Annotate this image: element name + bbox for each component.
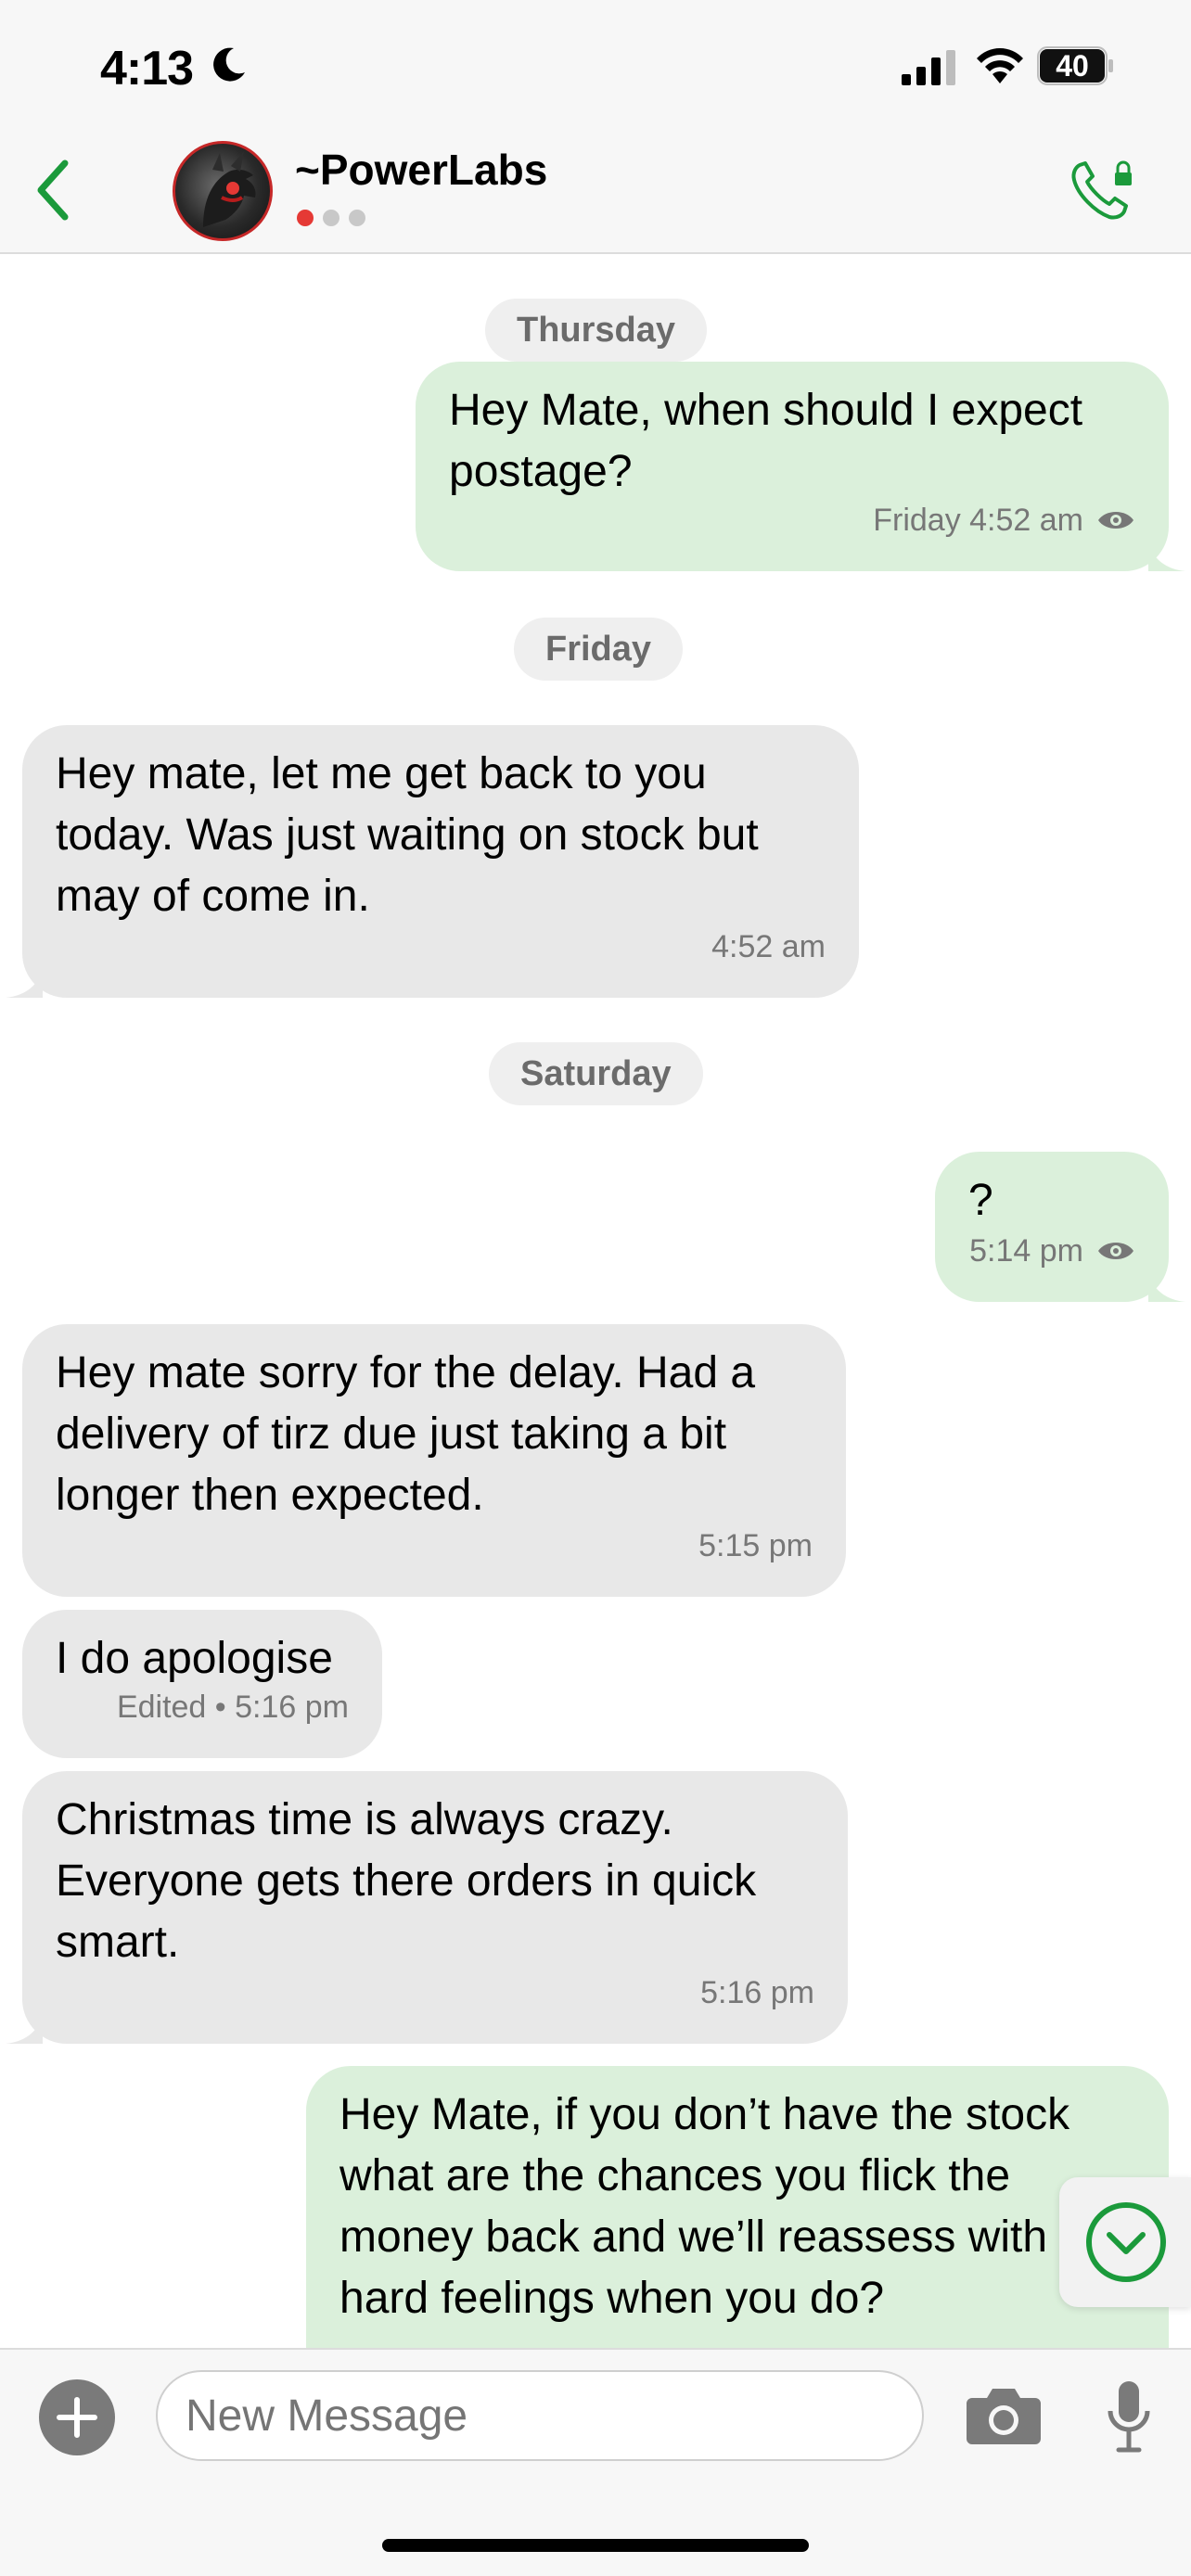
- seen-eye-icon: [1098, 512, 1133, 529]
- message-text: Hey mate sorry for the delay. Had a deli…: [56, 1348, 756, 1520]
- date-chip-friday: Friday: [514, 618, 684, 681]
- message-text: Hey mate, let me get back to you today. …: [56, 749, 759, 921]
- cellular-signal-icon: [902, 50, 955, 85]
- incoming-message[interactable]: Hey mate sorry for the delay. Had a deli…: [22, 1324, 846, 1597]
- plus-icon: [57, 2397, 97, 2438]
- moon-icon: [213, 47, 245, 82]
- scroll-to-bottom-button[interactable]: [1059, 2177, 1191, 2307]
- bubble-tail: [6, 970, 43, 998]
- message-meta: 5:15 pm: [698, 1515, 813, 1576]
- message-meta: Edited • 5:16 pm: [117, 1677, 349, 1738]
- battery-level: 40: [1040, 49, 1105, 83]
- outgoing-message[interactable]: ? 5:14 pm: [935, 1152, 1185, 1302]
- message-timestamp: 5:15 pm: [698, 1528, 813, 1563]
- incoming-message[interactable]: Christmas time is always crazy. Everyone…: [6, 1771, 848, 2044]
- message-meta: 5:14 pm: [969, 1220, 1135, 1282]
- date-chip-thursday: Thursday: [485, 299, 708, 362]
- message-text: Hey Mate, when should I expect postage?: [449, 386, 1083, 496]
- message-text: Christmas time is always crazy. Everyone…: [56, 1795, 757, 1967]
- message-timestamp: 4:52 am: [711, 929, 826, 964]
- attach-button[interactable]: [39, 2379, 115, 2455]
- date-chip-saturday: Saturday: [489, 1042, 703, 1105]
- status-time: 4:13: [100, 42, 194, 96]
- status-dot: [297, 210, 314, 226]
- chevron-down-circle-icon: [1086, 2202, 1166, 2282]
- outgoing-message[interactable]: Hey Mate, when should I expect postage? …: [416, 362, 1185, 571]
- contact-name[interactable]: ~PowerLabs: [295, 145, 547, 195]
- message-timestamp: 5:14 pm: [969, 1233, 1083, 1269]
- status-dot: [349, 210, 365, 226]
- incoming-message[interactable]: I do apologise Edited • 5:16 pm: [22, 1610, 382, 1758]
- bubble-tail: [6, 2016, 43, 2044]
- status-dot: [323, 210, 339, 226]
- incoming-message[interactable]: Hey mate, let me get back to you today. …: [6, 725, 859, 998]
- camera-icon[interactable]: [965, 2385, 1043, 2446]
- seen-eye-icon: [1098, 1243, 1133, 1259]
- secure-call-icon[interactable]: [1067, 156, 1135, 224]
- message-timestamp: Friday 4:52 am: [873, 503, 1083, 538]
- microphone-icon[interactable]: [1106, 2379, 1152, 2454]
- home-indicator: [382, 2539, 809, 2552]
- bubble-tail: [1148, 543, 1185, 571]
- bubble-tail: [1148, 1274, 1185, 1302]
- message-text: Hey Mate, if you don’t have the stock wh…: [339, 2090, 1109, 2323]
- contact-avatar[interactable]: [173, 141, 273, 241]
- outgoing-message[interactable]: Hey Mate, if you don’t have the stock wh…: [306, 2066, 1169, 2381]
- message-timestamp: 5:16 pm: [700, 1975, 814, 2010]
- wifi-icon: [977, 48, 1023, 83]
- message-meta: 5:16 pm: [700, 1962, 814, 2023]
- status-dots: [297, 210, 375, 231]
- message-meta: Friday 4:52 am: [873, 490, 1135, 551]
- back-chevron-icon[interactable]: [32, 158, 72, 223]
- message-meta: 4:52 am: [711, 916, 826, 977]
- message-input[interactable]: [156, 2370, 924, 2461]
- message-timestamp: Edited • 5:16 pm: [116, 1690, 349, 1725]
